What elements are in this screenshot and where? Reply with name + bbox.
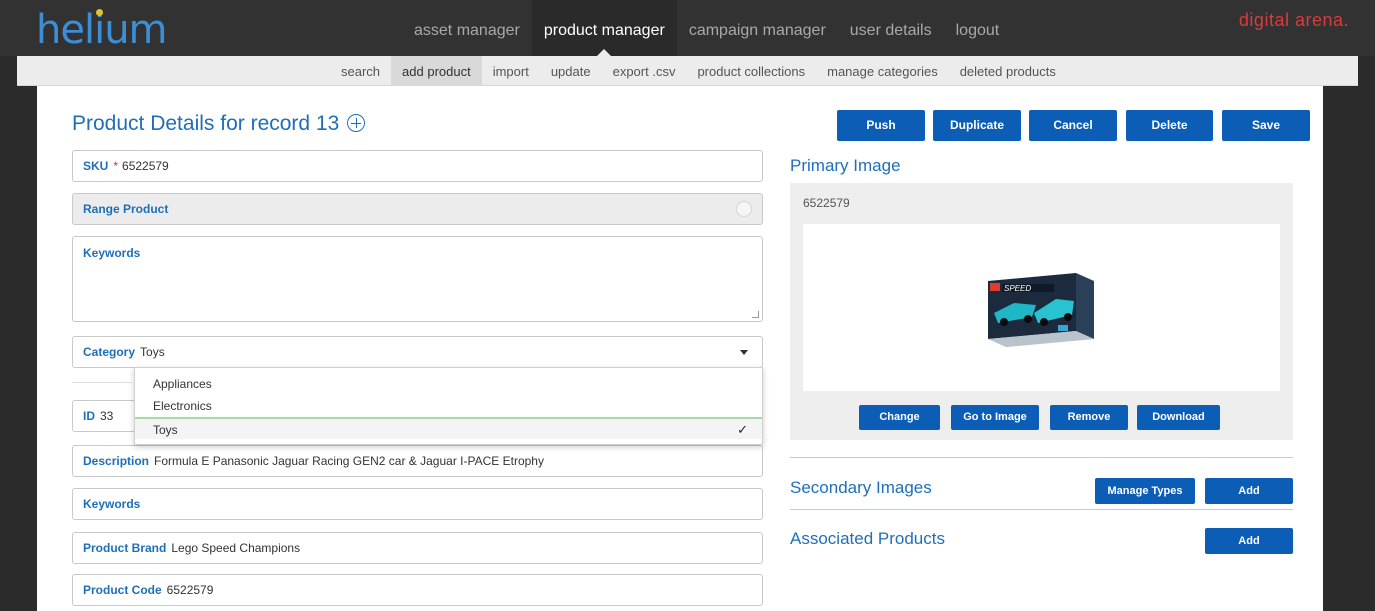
category-option-electronics[interactable]: Electronics: [135, 395, 762, 417]
subnav-search[interactable]: search: [330, 56, 391, 86]
sku-value: 6522579: [122, 159, 169, 173]
description-value: Formula E Panasonic Jaguar Racing GEN2 c…: [154, 454, 544, 468]
category-select[interactable]: Category Toys: [72, 336, 763, 368]
go-to-image-button[interactable]: Go to Image: [951, 405, 1039, 430]
section-divider: [790, 457, 1293, 458]
product-image: SPEED: [988, 273, 1094, 347]
category-dropdown: Appliances Electronics Toys ✓: [134, 367, 763, 445]
add-associated-product-button[interactable]: Add: [1205, 528, 1293, 554]
product-brand-value: Lego Speed Champions: [171, 541, 301, 555]
product-brand-label: Product Brand: [83, 541, 167, 555]
product-code-label: Product Code: [83, 583, 162, 597]
primary-image-frame[interactable]: SPEED: [803, 224, 1280, 391]
range-product-field[interactable]: Range Product: [72, 193, 763, 225]
delete-button[interactable]: Delete: [1126, 110, 1213, 141]
category-label: Category: [83, 345, 136, 359]
subnav-product-collections[interactable]: product collections: [686, 56, 816, 86]
cancel-button[interactable]: Cancel: [1029, 110, 1117, 141]
description-field[interactable]: Description Formula E Panasonic Jaguar Ra…: [72, 445, 763, 477]
subnav-deleted-products[interactable]: deleted products: [949, 56, 1067, 86]
id-value: 33: [100, 409, 114, 423]
nav-asset-manager[interactable]: asset manager: [402, 0, 532, 56]
push-button[interactable]: Push: [837, 110, 925, 141]
sub-nav: search add product import update export …: [17, 56, 1358, 86]
check-icon: ✓: [737, 422, 748, 437]
product-code-field[interactable]: Product Code 6522579: [72, 574, 763, 606]
section-divider: [790, 509, 1293, 510]
page-title: Product Details for record 13: [72, 112, 366, 136]
download-image-button[interactable]: Download: [1137, 405, 1220, 430]
change-image-button[interactable]: Change: [859, 405, 940, 430]
keywords-textarea[interactable]: Keywords: [72, 236, 763, 322]
subnav-export-csv[interactable]: export .csv: [602, 56, 687, 86]
product-box-text: SPEED: [1004, 284, 1031, 293]
nav-logout[interactable]: logout: [944, 0, 1012, 56]
nav-user-details[interactable]: user details: [838, 0, 944, 56]
range-product-label: Range Product: [83, 202, 169, 216]
category-option-toys[interactable]: Toys ✓: [135, 417, 762, 439]
save-button[interactable]: Save: [1222, 110, 1310, 141]
product-brand-field[interactable]: Product Brand Lego Speed Champions: [72, 532, 763, 564]
primary-image-title: Primary Image: [790, 156, 901, 175]
subnav-update[interactable]: update: [540, 56, 602, 86]
primary-image-panel: 6522579 SPEED Change Go to Image Remove: [790, 183, 1293, 440]
sku-label: SKU: [83, 159, 109, 173]
remove-image-button[interactable]: Remove: [1050, 405, 1128, 430]
subnav-add-product[interactable]: add product: [391, 56, 482, 86]
add-secondary-image-button[interactable]: Add: [1205, 478, 1293, 504]
chevron-down-icon[interactable]: [740, 350, 748, 355]
content-area: Product Details for record 13 SKU * 652257…: [37, 86, 1323, 611]
associated-products-title: Associated Products: [790, 529, 945, 548]
id-label: ID: [83, 409, 95, 423]
digital-arena-brand: digital arena.: [1238, 10, 1349, 30]
keywords-field-label: Keywords: [83, 497, 141, 511]
page-title-text: Product Details for record 13: [72, 112, 340, 135]
add-record-icon[interactable]: [347, 114, 366, 132]
divider: [72, 382, 132, 383]
keywords-field[interactable]: Keywords: [72, 488, 763, 520]
description-label: Description: [83, 454, 150, 468]
required-mark: *: [113, 159, 119, 173]
primary-image-id: 6522579: [803, 196, 850, 210]
sku-field[interactable]: SKU * 6522579: [72, 150, 763, 182]
duplicate-button[interactable]: Duplicate: [933, 110, 1021, 141]
range-product-toggle-icon[interactable]: [736, 201, 752, 217]
category-value: Toys: [140, 345, 165, 359]
subnav-import[interactable]: import: [482, 56, 540, 86]
category-option-appliances[interactable]: Appliances: [135, 373, 762, 395]
main-nav: asset manager product manager campaign m…: [402, 0, 1011, 56]
top-bar: helium asset manager product manager cam…: [0, 0, 1375, 56]
product-code-value: 6522579: [166, 583, 214, 597]
keywords-label: Keywords: [83, 246, 141, 260]
resize-handle-icon[interactable]: [752, 311, 759, 318]
logo-dot-icon: [96, 9, 103, 16]
nav-product-manager[interactable]: product manager: [531, 0, 677, 56]
nav-campaign-manager[interactable]: campaign manager: [677, 0, 838, 56]
manage-types-button[interactable]: Manage Types: [1095, 478, 1195, 504]
subnav-manage-categories[interactable]: manage categories: [816, 56, 949, 86]
category-option-toys-label: Toys: [153, 423, 178, 437]
secondary-images-title: Secondary Images: [790, 478, 932, 497]
